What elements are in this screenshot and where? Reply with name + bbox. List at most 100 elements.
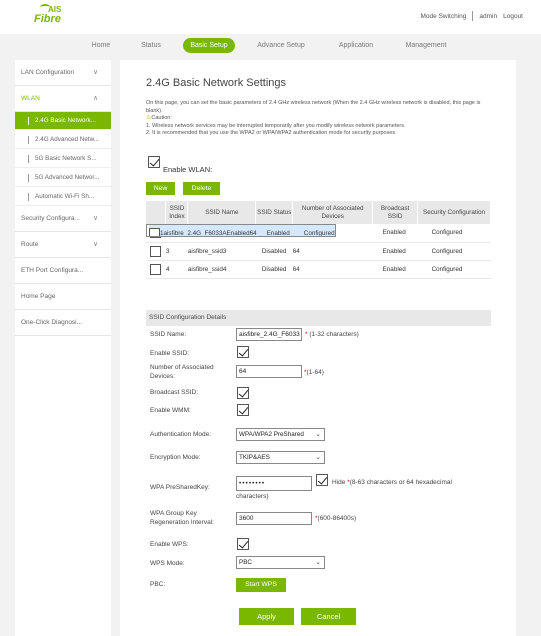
sidebar-sub-label: 2.4G Basic Network... [35,117,96,124]
regen-label-line-1: WPA Group Key [150,510,197,517]
enable-wlan-checkbox[interactable] [148,156,160,168]
encryption-mode-value: TKIP&AES [239,454,270,461]
sidebar-sub-24g-basic[interactable]: 2.4G Basic Network... [15,112,111,130]
main-panel: 2.4G Basic Network Settings On this page… [120,60,516,636]
ssid-name-input[interactable]: aisfibre_2.4G_F6033 [236,328,302,341]
sidebar-sub-24g-advanced[interactable]: 2.4G Advanced Netw... [15,131,111,149]
ssid-config-header: SSID Configuration Details [146,310,491,326]
start-wps-button[interactable]: Start WPS [236,578,286,592]
col-ssid-name: SSID Name [187,201,257,224]
sidebar-item-label: LAN Configuration [21,69,75,76]
sub-marker [28,193,29,201]
chevron-down-icon: ∨ [93,69,99,76]
assoc-devices-input[interactable]: 64 [236,365,302,378]
ssid-table: SSID Index SSID Name SSID Status Number … [146,201,491,279]
mode-switching-link[interactable]: Mode Switching [421,13,467,20]
cell-status: Disabled [255,242,293,261]
apply-button[interactable]: Apply [239,608,294,625]
regen-label-line-2: Regeneration Interval: [150,518,214,526]
enable-wps-checkbox[interactable] [237,538,249,550]
required-mark: * [305,331,308,338]
col-ssid-index: SSID Index [165,201,189,224]
tab-application[interactable]: Application [329,38,383,53]
sidebar-sub-label: 5G Advanced Networ... [35,174,100,181]
tab-advance-setup[interactable]: Advance Setup [251,38,311,53]
encryption-mode-label: Encryption Mode: [150,454,201,461]
tab-basic-setup[interactable]: Basic Setup [183,38,235,53]
chevron-down-icon: ⌄ [315,454,321,461]
cell-broadcast: Enabled [372,242,418,261]
auth-mode-select[interactable]: WPA/WPA2 PreShared ⌄ [236,428,325,441]
sidebar-sub-label: Automatic Wi-Fi Sh... [35,193,95,200]
sidebar: LAN Configuration ∨ WLAN ∧ 2.4G Basic Ne… [15,60,111,636]
info-line-2: 1. Wireless network services may be inte… [146,122,406,129]
sidebar-item-label: ETH Port Configura... [21,267,84,274]
sidebar-item-eth-port[interactable]: ETH Port Configura... [15,258,111,284]
assoc-label-line-1: Number of Associated [150,364,214,371]
delete-button[interactable]: Delete [183,182,220,195]
cell-security: Configured [417,242,491,261]
cell-security: Configured [417,224,491,243]
sidebar-sub-auto-wifi-share[interactable]: Automatic Wi-Fi Sh... [15,188,111,206]
sidebar-sub-5g-basic[interactable]: 5G Basic Network S... [15,150,111,168]
col-broadcast-ssid: Broadcast SSID [372,201,419,224]
cell-broadcast: Enabled [372,224,418,243]
main-nav: Home Status Basic Setup Advance Setup Ap… [0,36,541,56]
cell-index: 4 [165,260,188,279]
psk-input[interactable]: •••••••• [236,476,312,491]
info-line-1: On this page, you can set the basic para… [146,100,481,114]
row-checkbox[interactable] [149,228,160,236]
sidebar-item-label: WLAN [21,95,40,102]
page-title: 2.4G Basic Network Settings [146,77,287,89]
pbc-label: PBC: [150,581,166,588]
sidebar-item-wlan[interactable]: WLAN ∧ [15,86,111,112]
hide-psk-checkbox[interactable] [316,474,328,486]
chevron-down-icon: ⌄ [315,559,321,566]
cell-devices: 64 [249,225,257,236]
sidebar-item-lan-configuration[interactable]: LAN Configuration ∨ [15,60,111,86]
table-row[interactable]: 4 aisfibre_ssid4 Disabled 64 Enabled Con… [146,260,491,279]
chevron-up-icon: ∧ [93,95,99,102]
cell-ssid-name: aisfibre_ssid3 [187,242,256,261]
tab-status[interactable]: Status [133,38,169,53]
cell-index: 3 [165,242,188,261]
cancel-button[interactable]: Cancel [301,608,356,625]
wps-mode-select[interactable]: PBC ⌄ [236,556,325,569]
sidebar-item-one-click-diagnosis[interactable]: One-Click Diagnosi... [15,310,111,336]
row-checkbox[interactable] [150,263,162,275]
tab-management[interactable]: Management [398,38,454,53]
sidebar-item-label: One-Click Diagnosi... [21,319,83,326]
hide-label: Hide [332,479,346,486]
sidebar-sub-5g-advanced[interactable]: 5G Advanced Networ... [15,169,111,187]
row-checkbox[interactable] [150,245,162,257]
enable-wmm-checkbox[interactable] [237,404,249,416]
table-row[interactable]: 3 aisfibre_ssid3 Disabled 64 Enabled Con… [146,242,491,261]
col-ssid-status: SSID Status [255,201,294,224]
sub-marker [28,117,29,125]
sidebar-item-home-page[interactable]: Home Page [15,284,111,310]
cell-ssid-name: aisfibre_2.4G_F6033A [163,225,227,236]
enable-ssid-label: Enable SSID: [150,350,190,357]
info-text: On this page, you can set the basic para… [146,100,491,138]
col-security-configuration: Security Configuration [417,201,491,224]
sidebar-item-label: Security Configura... [21,215,80,222]
sidebar-sub-label: 5G Basic Network S... [35,155,97,162]
logout-link[interactable]: Logout [503,13,523,20]
enable-ssid-checkbox[interactable] [237,346,249,358]
regen-interval-hint: (600-86400s) [317,515,357,522]
sidebar-sub-label: 2.4G Advanced Netw... [35,136,100,143]
new-button[interactable]: New [146,182,175,195]
broadcast-ssid-checkbox[interactable] [237,387,249,399]
table-row[interactable]: 1 aisfibre_2.4G_F6033A Enabled 64 Enable… [146,224,336,237]
assoc-devices-hint: (1-64) [306,369,324,376]
cell-security: Configured [417,260,491,279]
psk-hint-line-1: (8-63 characters or 64 hexadecimal [349,479,452,486]
encryption-mode-select[interactable]: TKIP&AES ⌄ [236,451,325,464]
tab-home[interactable]: Home [83,38,119,53]
chevron-down-icon: ⌄ [315,431,321,438]
enable-wps-label: Enable WPS: [150,541,189,548]
sidebar-item-security-configuration[interactable]: Security Configura... ∨ [15,206,111,232]
regen-interval-input[interactable]: 3600 [236,512,312,525]
sidebar-item-route[interactable]: Route ∨ [15,232,111,258]
info-line-3: 2. It is recommended that you use the WP… [146,130,397,136]
